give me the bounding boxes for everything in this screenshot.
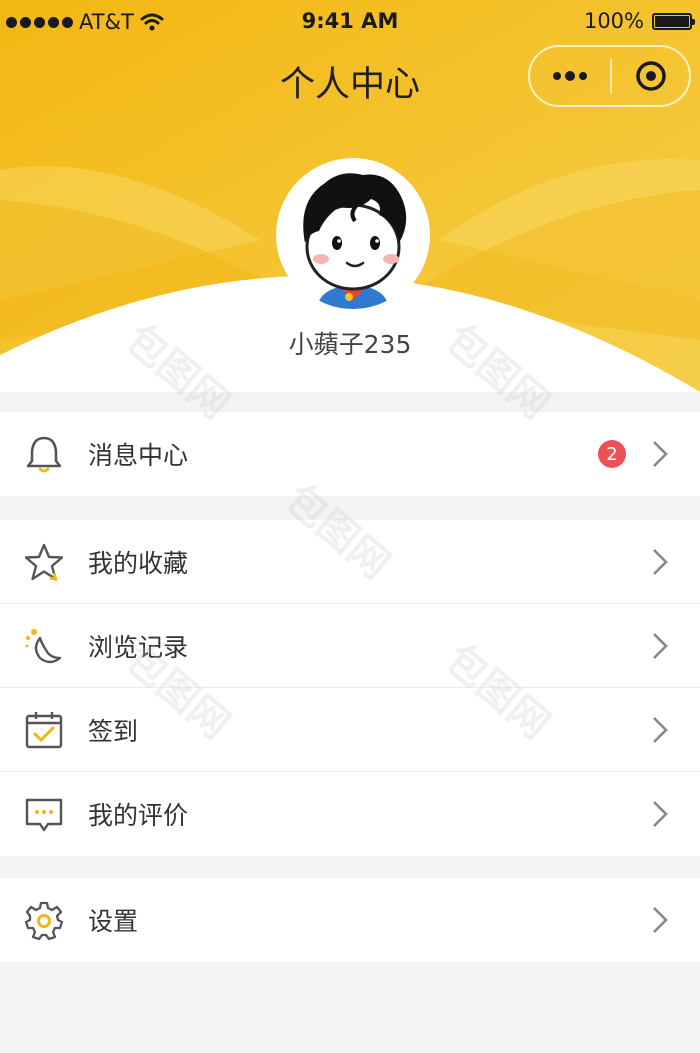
dot-icon <box>553 72 562 80</box>
menu-item-history[interactable]: 浏览记录 <box>0 604 700 688</box>
gear-icon <box>24 900 64 940</box>
chevron-right-icon <box>653 907 668 933</box>
avatar[interactable] <box>279 161 427 309</box>
username: 小蘋子235 <box>288 330 412 359</box>
menu-item-reviews[interactable]: 我的评价 <box>0 772 700 856</box>
cartoon-avatar-icon <box>279 161 427 309</box>
dot-icon <box>565 71 576 81</box>
menu-item-label: 浏览记录 <box>88 632 189 662</box>
menu-item-label: 签到 <box>88 716 139 746</box>
dot-icon <box>579 72 588 80</box>
profile-header: AT&T 9:41 AM 100% 个人中心 小蘋子235 <box>0 0 700 392</box>
menu-item-settings[interactable]: 设置 <box>0 878 700 962</box>
battery-percent: 100% <box>583 9 644 33</box>
menu-group-main: 我的收藏 浏览记录 签到 我的评价 <box>0 520 700 856</box>
status-bar: AT&T 9:41 AM 100% <box>0 0 700 44</box>
menu-item-label: 我的评价 <box>88 801 189 830</box>
chevron-right-icon <box>653 632 668 659</box>
calendar-check-icon <box>24 710 64 750</box>
unread-badge: 2 <box>598 440 626 468</box>
chevron-right-icon <box>653 548 668 575</box>
menu-item-favorites[interactable]: 我的收藏 <box>0 520 700 604</box>
target-close-icon <box>635 61 666 91</box>
more-button[interactable] <box>530 47 610 105</box>
close-miniprogram-button[interactable] <box>612 47 689 105</box>
menu-item-label: 我的收藏 <box>88 548 189 578</box>
battery-icon <box>652 12 695 30</box>
miniprogram-capsule <box>528 45 691 107</box>
bell-icon <box>24 434 64 474</box>
menu-group-settings: 设置 <box>0 878 700 962</box>
chevron-right-icon <box>653 716 668 743</box>
menu-item-label: 消息中心 <box>88 441 189 470</box>
menu-group-messages: 消息中心 2 <box>0 412 700 496</box>
menu-item-label: 设置 <box>88 907 139 936</box>
menu-item-checkin[interactable]: 签到 <box>0 688 700 772</box>
history-moon-icon <box>24 626 64 666</box>
chevron-right-icon <box>653 801 668 827</box>
chevron-right-icon <box>653 441 668 467</box>
star-icon <box>24 542 64 582</box>
comment-icon <box>24 794 64 834</box>
menu-item-message-center[interactable]: 消息中心 2 <box>0 412 700 496</box>
